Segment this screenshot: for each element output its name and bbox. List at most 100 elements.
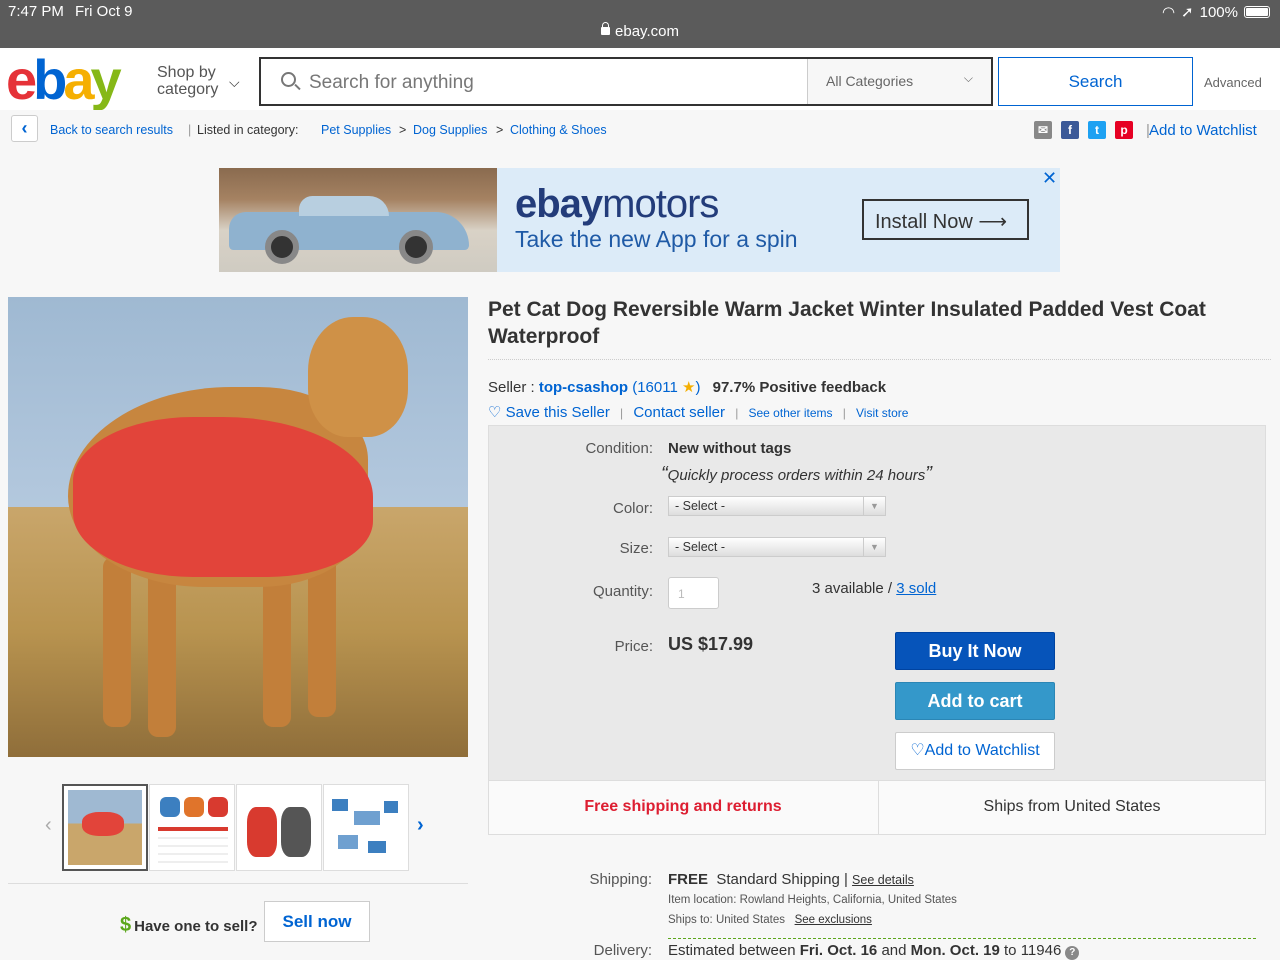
chevron-down-icon: ▼ [863,538,885,556]
ships-to-text: Ships to: United States [668,914,785,926]
sell-now-button[interactable]: Sell now [264,901,370,942]
see-exclusions-link[interactable]: See exclusions [795,914,872,926]
search-icon [281,72,296,87]
breadcrumb-separator: > [399,123,407,137]
shop-by-line1: Shop by [157,64,216,81]
search-button[interactable]: Search [998,57,1193,106]
address-bar[interactable]: ebay.com [0,22,1280,40]
shipping-value: FREE Standard Shipping | See details [668,871,914,888]
separator: | [842,406,846,420]
install-now-button[interactable]: Install Now ⟶ [862,199,1029,240]
price-value: US $17.99 [668,634,754,654]
separator: | [620,406,624,420]
listed-in-label: Listed in category: [197,123,299,137]
sold-link[interactable]: 3 sold [896,580,936,597]
size-select-value: - Select - [675,540,726,554]
quantity-label: Quantity: [592,583,653,600]
thumbnail[interactable] [323,784,409,871]
thumbnail[interactable] [236,784,322,871]
main-product-image[interactable] [8,297,468,757]
seller-name-link[interactable]: top-csashop [539,379,628,396]
size-select[interactable]: - Select - ▼ [668,537,886,557]
visit-store-link[interactable]: Visit store [856,406,908,420]
facebook-icon[interactable]: f [1061,121,1079,139]
color-select-value: - Select - [675,499,726,513]
seller-info: Seller : top-csashop (16011 ★) 97.7% Pos… [488,378,886,396]
heart-icon[interactable]: ♡ [488,404,501,421]
back-to-results-link[interactable]: Back to search results [50,123,173,137]
pinterest-icon[interactable]: p [1115,121,1133,139]
offer-panel: Condition: New without tags “Quickly pro… [488,425,1266,835]
seller-score[interactable]: (16011 ★) [632,379,700,396]
buy-it-now-button[interactable]: Buy It Now [895,632,1055,670]
battery-icon [1244,6,1270,18]
shop-by-category[interactable]: Shop by category [157,64,218,98]
separator: | [735,406,739,420]
status-bar: 7:47 PM Fri Oct 9 ebay.com ◠ ➚ 100% [0,0,1280,48]
site-header: ebay Shop by category ⌵ Search for anyth… [0,48,1280,110]
size-label: Size: [619,540,653,557]
status-date: Fri Oct 9 [75,3,133,20]
available-count: 3 available / [812,580,893,597]
breadcrumb-dog-supplies[interactable]: Dog Supplies [413,123,487,137]
divider [8,883,468,884]
contact-seller-link[interactable]: Contact seller [633,404,725,421]
star-icon: ★ [682,379,696,396]
color-select[interactable]: - Select - ▼ [668,496,886,516]
search-input[interactable]: Search for anything [309,72,474,94]
help-icon[interactable]: ? [1065,946,1080,960]
condition-label: Condition: [585,440,653,457]
email-share-icon[interactable]: ✉ [1034,121,1052,139]
ad-car-image [219,168,497,272]
add-to-watchlist-button[interactable]: ♡Add to Watchlist [895,732,1055,770]
ad-tagline: Take the new App for a spin [515,226,798,252]
ebay-motors-ad[interactable]: ebaymotors Take the new App for a spin I… [219,168,1060,272]
seller-label: Seller : [488,379,535,396]
add-to-watchlist-link[interactable]: Add to Watchlist [1149,122,1257,139]
item-location: Item location: Rowland Heights, Californ… [668,894,957,906]
delivery-label: Delivery: [593,942,652,959]
category-select-value: All Categories [826,73,914,89]
arrow-right-icon: ⟶ [978,211,1008,233]
add-to-cart-button[interactable]: Add to cart [895,682,1055,720]
breadcrumb-clothing-shoes[interactable]: Clothing & Shoes [510,123,607,137]
advanced-search-link[interactable]: Advanced [1204,75,1262,90]
condition-value: New without tags [668,440,792,457]
seller-links: ♡ Save this Seller | Contact seller | Se… [488,403,908,421]
add-to-watchlist-label: Add to Watchlist [924,742,1040,759]
twitter-icon[interactable]: t [1088,121,1106,139]
chevron-right-icon[interactable]: › [417,814,424,837]
thumbnail[interactable] [149,784,235,871]
category-select[interactable]: All Categories ⌵ [807,59,991,104]
seller-quote: “Quickly process orders within 24 hours” [661,463,932,485]
quantity-input[interactable]: 1 [668,577,719,609]
save-seller-link[interactable]: Save this Seller [506,404,610,421]
back-arrow-icon[interactable]: ‹ [11,115,38,142]
location-icon: ➚ [1181,4,1194,21]
color-label: Color: [612,500,653,517]
breadcrumb-pet-supplies[interactable]: Pet Supplies [321,123,391,137]
chevron-down-icon[interactable]: ⌵ [229,74,240,91]
ebay-logo[interactable]: ebay [6,52,122,108]
chevron-down-icon: ⌵ [963,71,973,85]
see-details-link[interactable]: See details [852,873,914,887]
chevron-down-icon: ▼ [863,497,885,515]
close-icon[interactable]: ✕ [1042,168,1057,189]
shipping-summary: Free shipping and returns Ships from Uni… [489,780,1265,835]
thumbnail-strip [40,784,440,872]
install-now-label: Install Now [875,211,973,233]
status-icons: ◠ ➚ 100% [1162,3,1270,21]
sell-prompt: $ Have one to sell? [120,914,258,937]
see-other-items-link[interactable]: See other items [749,406,833,420]
divider [668,938,1256,939]
search-bar: Search for anything All Categories ⌵ [259,57,993,106]
delivery-estimate: Estimated between Fri. Oct. 16 and Mon. … [668,942,1080,960]
positive-feedback: 97.7% Positive feedback [712,379,887,396]
sell-prompt-text: Have one to sell? [134,918,258,935]
ships-from: Ships from United States [878,781,1265,835]
product-title: Pet Cat Dog Reversible Warm Jacket Winte… [488,298,1206,348]
breadcrumb: ‹ Back to search results | Listed in cat… [0,110,1280,152]
free-shipping-returns: Free shipping and returns [584,798,782,815]
availability: 3 available / 3 sold [812,580,936,597]
thumbnail[interactable] [62,784,148,871]
